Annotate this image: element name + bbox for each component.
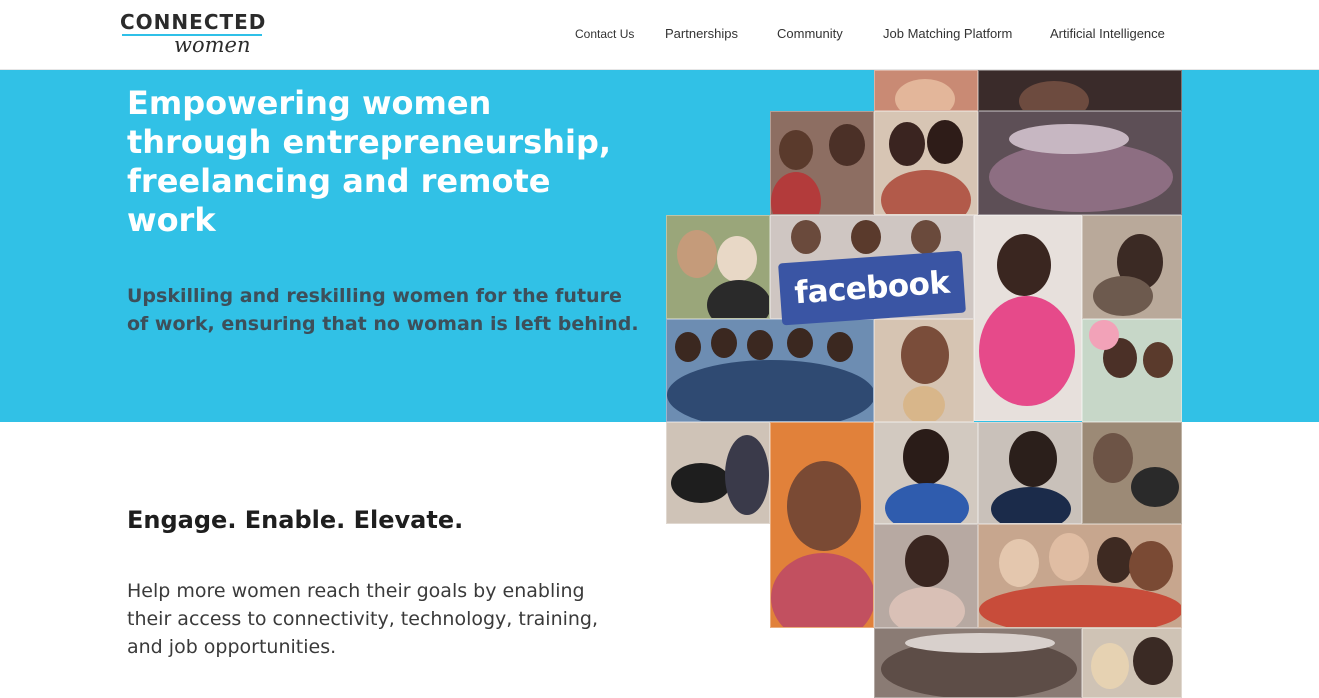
nav-job-matching-platform[interactable]: Job Matching Platform — [883, 26, 1012, 41]
collage-photo — [1082, 422, 1182, 524]
nav-artificial-intelligence[interactable]: Artificial Intelligence — [1050, 26, 1165, 41]
nav-partnerships[interactable]: Partnerships — [665, 26, 738, 41]
section-description: Help more women reach their goals by ena… — [127, 580, 599, 658]
nav-contact-us[interactable]: Contact Us — [575, 27, 634, 41]
collage-photo — [666, 422, 770, 524]
collage-photo — [874, 628, 1082, 698]
collage-photo — [874, 422, 978, 524]
site-header: CONNECTED women Contact Us Partnerships … — [0, 0, 1319, 70]
collage-photo — [1082, 628, 1182, 698]
section-tagline: Engage. Enable. Elevate. — [127, 506, 464, 534]
hero-subtitle: Upskilling and reskilling women for the … — [127, 285, 639, 335]
collage-photo — [770, 422, 874, 628]
hero-title: Empowering women through entrepreneurshi… — [127, 84, 612, 239]
collage-photo — [874, 524, 978, 628]
collage-photo — [978, 422, 1082, 524]
collage-photo — [978, 524, 1182, 628]
main-nav: Contact Us Partnerships Community Job Ma… — [0, 0, 1319, 70]
nav-community[interactable]: Community — [777, 26, 843, 41]
